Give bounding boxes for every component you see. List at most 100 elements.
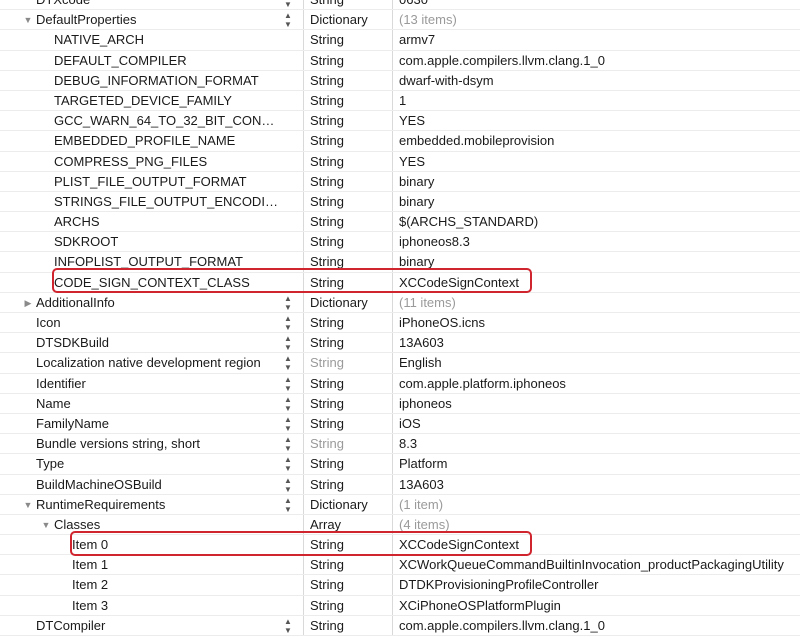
key-cell[interactable]: CODE_SIGN_CONTEXT_CLASS <box>54 273 278 293</box>
key-cell[interactable]: Item 2 <box>72 575 278 595</box>
key-cell[interactable]: FamilyName <box>36 414 278 434</box>
plist-row[interactable]: CODE_SIGN_CONTEXT_CLASS String XCCodeSignC… <box>0 272 800 293</box>
value-cell[interactable]: (11 items) <box>399 293 799 313</box>
type-cell[interactable]: String <box>310 273 390 293</box>
plist-row[interactable]: GCC_WARN_64_TO_32_BIT_CONVER… String YES <box>0 111 800 132</box>
value-cell[interactable]: dwarf-with-dsym <box>399 71 799 91</box>
value-cell[interactable]: embedded.mobileprovision <box>399 131 799 151</box>
plist-row[interactable]: Localization native development region ▲ ▼… <box>0 353 800 374</box>
type-cell[interactable]: String <box>310 333 390 353</box>
plist-row[interactable]: ▼ RuntimeRequirements ▲ ▼ Dictionary (1 item) <box>0 494 800 515</box>
disclosure-triangle-open-icon[interactable]: ▼ <box>41 515 51 535</box>
plist-row[interactable]: Type ▲ ▼ String Platform <box>0 454 800 475</box>
type-cell[interactable]: String <box>310 51 390 71</box>
value-cell[interactable]: (4 items) <box>399 515 799 535</box>
value-cell[interactable]: 13A603 <box>399 475 799 495</box>
key-cell[interactable]: DEBUG_INFORMATION_FORMAT <box>54 71 278 91</box>
plist-row[interactable]: INFOPLIST_OUTPUT_FORMAT String binary <box>0 252 800 273</box>
value-cell[interactable]: binary <box>399 252 799 272</box>
value-cell[interactable]: XCWorkQueueCommandBuiltinInvocation_prod… <box>399 555 799 575</box>
plist-row[interactable]: FamilyName ▲ ▼ String iOS <box>0 413 800 435</box>
type-cell[interactable]: String <box>310 454 390 474</box>
value-cell[interactable]: $(ARCHS_STANDARD) <box>399 212 799 232</box>
type-cell[interactable]: String <box>310 434 390 454</box>
value-cell[interactable]: Platform <box>399 454 799 474</box>
type-cell[interactable]: String <box>310 394 390 414</box>
plist-row[interactable]: SDKROOT String iphoneos8.3 <box>0 232 800 253</box>
updown-selector-icon[interactable]: ▲▼ <box>282 11 294 29</box>
value-cell[interactable]: binary <box>399 172 799 192</box>
type-cell[interactable]: Dictionary <box>310 10 390 30</box>
updown-selector-icon[interactable]: ▲▼ <box>282 334 294 352</box>
key-cell[interactable]: Localization native development region <box>36 353 278 373</box>
disclosure-triangle-open-icon[interactable]: ▼ <box>23 495 33 515</box>
key-cell[interactable]: EMBEDDED_PROFILE_NAME <box>54 131 278 151</box>
value-cell[interactable]: 0630 <box>399 0 799 10</box>
value-cell[interactable]: iOS <box>399 414 799 434</box>
key-cell[interactable]: DTCompiler <box>36 616 278 636</box>
type-cell[interactable]: Dictionary <box>310 495 390 515</box>
plist-row[interactable]: DTCompiler ▲ ▼ String com.apple.compilers.ll… <box>0 615 800 636</box>
disclosure-triangle-closed-icon[interactable]: ▶ <box>23 293 33 313</box>
updown-selector-icon[interactable]: ▲▼ <box>282 314 294 332</box>
key-cell[interactable]: STRINGS_FILE_OUTPUT_ENCODING <box>54 192 278 212</box>
key-cell[interactable]: BuildMachineOSBuild <box>36 475 278 495</box>
value-cell[interactable]: XCCodeSignContext <box>399 535 799 555</box>
updown-selector-icon[interactable]: ▲▼ <box>282 0 294 9</box>
value-cell[interactable]: 13A603 <box>399 333 799 353</box>
plist-row[interactable]: ▶ AdditionalInfo ▲ ▼ Dictionary (11 items) <box>0 292 800 313</box>
plist-row[interactable]: DTXcode ▲▼ String 0630 <box>0 0 800 11</box>
value-cell[interactable]: binary <box>399 192 799 212</box>
value-cell[interactable]: YES <box>399 152 799 172</box>
key-cell[interactable]: Classes <box>54 515 278 535</box>
key-cell[interactable]: COMPRESS_PNG_FILES <box>54 152 278 172</box>
plist-row[interactable]: Item 1 String XCWorkQueueCommandBuiltinInv… <box>0 555 800 576</box>
key-cell[interactable]: DefaultProperties <box>36 10 278 30</box>
type-cell[interactable]: String <box>310 71 390 91</box>
plist-row[interactable]: Icon ▲ ▼ String iPhoneOS.icns <box>0 313 800 334</box>
updown-selector-icon[interactable]: ▲▼ <box>282 455 294 473</box>
key-cell[interactable]: Item 1 <box>72 555 278 575</box>
plist-row[interactable]: DEFAULT_COMPILER String com.apple.compiler… <box>0 50 800 71</box>
plist-row[interactable]: NATIVE_ARCH String armv7 <box>0 30 800 51</box>
type-cell[interactable]: String <box>310 535 390 555</box>
type-cell[interactable]: String <box>310 232 390 252</box>
value-cell[interactable]: (13 items) <box>399 10 799 30</box>
key-cell[interactable]: Name <box>36 394 278 414</box>
value-cell[interactable]: YES <box>399 111 799 131</box>
value-cell[interactable]: 8.3 <box>399 434 799 454</box>
value-cell[interactable]: English <box>399 353 799 373</box>
key-cell[interactable]: DTXcode <box>36 0 278 10</box>
updown-selector-icon[interactable]: ▲▼ <box>282 354 294 372</box>
key-cell[interactable]: Item 3 <box>72 596 278 616</box>
updown-selector-icon[interactable]: ▲▼ <box>282 415 294 433</box>
key-cell[interactable]: Icon <box>36 313 278 333</box>
key-cell[interactable]: TARGETED_DEVICE_FAMILY <box>54 91 278 111</box>
key-cell[interactable]: RuntimeRequirements <box>36 495 278 515</box>
plist-row[interactable]: Item 2 String DTDKProvisioningProfileContr… <box>0 575 800 596</box>
type-cell[interactable]: String <box>310 111 390 131</box>
key-cell[interactable]: NATIVE_ARCH <box>54 30 278 50</box>
type-cell[interactable]: String <box>310 414 390 434</box>
key-cell[interactable]: GCC_WARN_64_TO_32_BIT_CONVER… <box>54 111 278 131</box>
plist-row[interactable]: Name ▲ ▼ String iphoneos <box>0 393 800 414</box>
key-cell[interactable]: DEFAULT_COMPILER <box>54 51 278 71</box>
plist-row[interactable]: PLIST_FILE_OUTPUT_FORMAT String binary <box>0 171 800 192</box>
plist-row[interactable]: ▼ Classes Array (4 items) <box>0 514 800 536</box>
updown-selector-icon[interactable]: ▲▼ <box>282 395 294 413</box>
value-cell[interactable]: (1 item) <box>399 495 799 515</box>
value-cell[interactable]: XCCodeSignContext <box>399 273 799 293</box>
key-cell[interactable]: Item 0 <box>72 535 278 555</box>
plist-row[interactable]: BuildMachineOSBuild ▲ ▼ String 13A603 <box>0 474 800 495</box>
type-cell[interactable]: String <box>310 172 390 192</box>
type-cell[interactable]: String <box>310 596 390 616</box>
plist-row[interactable]: Item 3 String XCiPhoneOSPlatformPlugin <box>0 595 800 616</box>
value-cell[interactable]: iPhoneOS.icns <box>399 313 799 333</box>
value-cell[interactable]: iphoneos <box>399 394 799 414</box>
updown-selector-icon[interactable]: ▲▼ <box>282 496 294 514</box>
type-cell[interactable]: String <box>310 353 390 373</box>
plist-row[interactable]: Bundle versions string, short ▲ ▼ String 8.3 <box>0 434 800 455</box>
value-cell[interactable]: iphoneos8.3 <box>399 232 799 252</box>
updown-selector-icon[interactable]: ▲▼ <box>282 617 294 635</box>
updown-selector-icon[interactable]: ▲▼ <box>282 435 294 453</box>
